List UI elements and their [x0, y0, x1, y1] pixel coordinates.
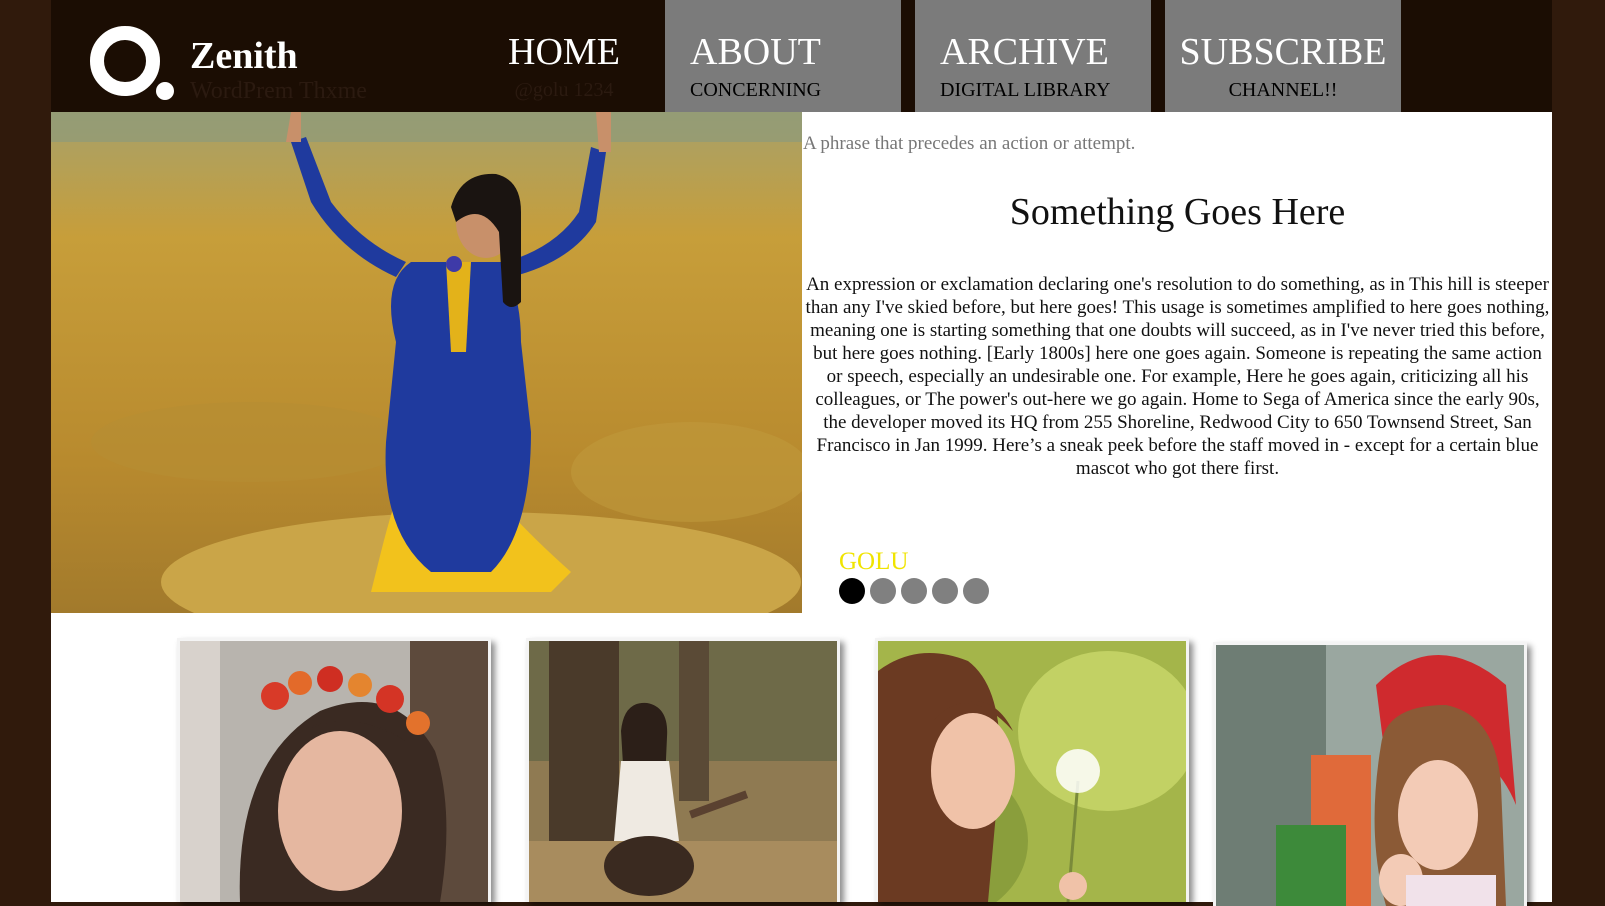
- nav-item-archive[interactable]: ARCHIVE DIGITAL LIBRARY: [915, 0, 1151, 112]
- nav-about-subtitle: CONCERNING: [690, 79, 822, 101]
- zenith-logo-icon[interactable]: [89, 25, 175, 101]
- content-body: An expression or exclamation declaring o…: [805, 274, 1550, 479]
- nav-home-title: HOME: [508, 31, 620, 73]
- gallery-item-4[interactable]: [1213, 642, 1527, 906]
- site-title[interactable]: Zenith: [190, 34, 298, 78]
- nav-home-subtitle: @golu 1234: [514, 79, 614, 101]
- gallery-item-1[interactable]: [177, 638, 491, 902]
- nav-archive-title: ARCHIVE: [940, 31, 1109, 73]
- site-header: Zenith WordPrem Thxme HOME @golu 1234 AB…: [51, 0, 1552, 112]
- gallery-image-3: [878, 641, 1186, 902]
- slider-label: GOLU: [839, 548, 909, 575]
- nav-archive-subtitle: DIGITAL LIBRARY: [940, 79, 1111, 101]
- gallery-image-4: [1216, 645, 1524, 906]
- nav-item-about[interactable]: ABOUT CONCERNING: [665, 0, 901, 112]
- gallery-image-1: [180, 641, 488, 902]
- nav-item-home[interactable]: HOME @golu 1234: [459, 0, 669, 112]
- hero-image: [51, 112, 802, 613]
- nav-subscribe-title: SUBSCRIBE: [1179, 31, 1387, 73]
- slider-dot-1[interactable]: [839, 578, 865, 604]
- page-container: Zenith WordPrem Thxme HOME @golu 1234 AB…: [51, 0, 1552, 906]
- slider-dot-5[interactable]: [963, 578, 989, 604]
- slider-dot-4[interactable]: [932, 578, 958, 604]
- gallery-image-2: [529, 641, 837, 902]
- intro-text: A phrase that precedes an action or atte…: [803, 133, 1136, 154]
- nav-item-subscribe[interactable]: SUBSCRIBE CHANNEL!!: [1165, 0, 1401, 112]
- nav-subscribe-subtitle: CHANNEL!!: [1228, 79, 1338, 101]
- content-headline: Something Goes Here: [1009, 191, 1346, 233]
- nav-about-title: ABOUT: [690, 31, 821, 73]
- slider-dot-2[interactable]: [870, 578, 896, 604]
- gallery-item-2[interactable]: [526, 638, 840, 902]
- site-tagline: WordPrem Thxme: [190, 78, 367, 104]
- gallery-item-3[interactable]: [875, 638, 1189, 902]
- slider-dot-3[interactable]: [901, 578, 927, 604]
